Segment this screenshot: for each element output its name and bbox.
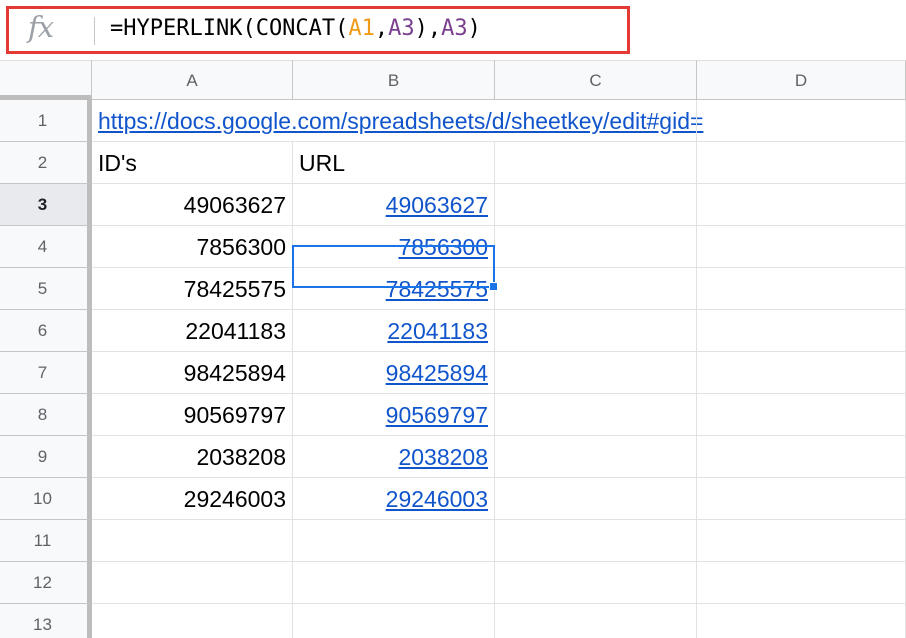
cell-d1[interactable] (697, 100, 906, 142)
table-row: 2 ID's URL (0, 142, 906, 184)
cell-d11[interactable] (697, 520, 906, 562)
cell-d12[interactable] (697, 562, 906, 604)
cell-d6[interactable] (697, 310, 906, 352)
cell-c7[interactable] (495, 352, 697, 394)
cell-a8[interactable]: 90569797 (92, 394, 293, 436)
formula-comma: , (374, 16, 389, 41)
cell-d3[interactable] (697, 184, 906, 226)
row-header[interactable]: 11 (0, 520, 92, 562)
row-header[interactable]: 4 (0, 226, 92, 268)
cell-b7[interactable]: 98425894 (293, 352, 495, 394)
cell-a7[interactable]: 98425894 (92, 352, 293, 394)
cell-b6[interactable]: 22041183 (293, 310, 495, 352)
cell-c5[interactable] (495, 268, 697, 310)
cell-a9[interactable]: 2038208 (92, 436, 293, 478)
cell-a1[interactable]: https://docs.google.com/spreadsheets/d/s… (92, 100, 703, 142)
cell-a2[interactable]: ID's (92, 142, 293, 184)
table-row: 1 https://docs.google.com/spreadsheets/d/… (0, 100, 906, 142)
formula-mid: ), (414, 16, 442, 41)
cell-b5[interactable]: 78425575 (293, 268, 495, 310)
select-all-corner[interactable] (0, 60, 92, 100)
cell-c13[interactable] (495, 604, 697, 638)
cell-c9[interactable] (495, 436, 697, 478)
row-header[interactable]: 7 (0, 352, 92, 394)
cell-b4[interactable]: 7856300 (293, 226, 495, 268)
column-header-b[interactable]: B (293, 60, 495, 100)
cell-c12[interactable] (495, 562, 697, 604)
cell-a11[interactable] (92, 520, 293, 562)
table-row: 10 29246003 29246003 (0, 478, 906, 520)
cell-b10[interactable]: 29246003 (293, 478, 495, 520)
row-header[interactable]: 6 (0, 310, 92, 352)
row-header[interactable]: 3 (0, 184, 92, 226)
table-row: 9 2038208 2038208 (0, 436, 906, 478)
cell-d9[interactable] (697, 436, 906, 478)
formula-input[interactable]: =HYPERLINK(CONCAT(A1,A3),A3) (110, 14, 481, 44)
cell-b12[interactable] (293, 562, 495, 604)
table-row: 4 7856300 7856300 (0, 226, 906, 268)
cell-b1[interactable] (293, 100, 495, 142)
row-header[interactable]: 9 (0, 436, 92, 478)
column-header-c[interactable]: C (495, 60, 697, 100)
fill-handle[interactable] (489, 282, 498, 291)
cell-a13[interactable] (92, 604, 293, 638)
cell-c6[interactable] (495, 310, 697, 352)
formula-prefix: =HYPERLINK(CONCAT( (110, 16, 349, 41)
cell-b13[interactable] (293, 604, 495, 638)
cell-c10[interactable] (495, 478, 697, 520)
cell-c3[interactable] (495, 184, 697, 226)
table-row: 5 78425575 78425575 (0, 268, 906, 310)
table-row: 7 98425894 98425894 (0, 352, 906, 394)
column-header-row: A B C D (0, 60, 906, 100)
cell-d4[interactable] (697, 226, 906, 268)
table-row: 11 (0, 520, 906, 562)
formula-suffix: ) (467, 16, 481, 41)
cell-b9[interactable]: 2038208 (293, 436, 495, 478)
cell-c1[interactable] (495, 100, 697, 142)
formula-ref-a3-second: A3 (441, 16, 468, 41)
cell-a12[interactable] (92, 562, 293, 604)
formula-divider (94, 17, 95, 45)
fx-icon: fx (28, 10, 54, 44)
table-row: 3 49063627 49063627 (0, 184, 906, 226)
cell-d5[interactable] (697, 268, 906, 310)
table-row: 6 22041183 22041183 (0, 310, 906, 352)
row-header[interactable]: 1 (0, 100, 92, 142)
formula-bar: fx =HYPERLINK(CONCAT(A1,A3),A3) (0, 0, 906, 60)
cell-a10[interactable]: 29246003 (92, 478, 293, 520)
column-header-a[interactable]: A (92, 60, 293, 100)
cell-d2[interactable] (697, 142, 906, 184)
cell-a4[interactable]: 7856300 (92, 226, 293, 268)
cell-d10[interactable] (697, 478, 906, 520)
cell-a6[interactable]: 22041183 (92, 310, 293, 352)
row-header[interactable]: 5 (0, 268, 92, 310)
cell-d7[interactable] (697, 352, 906, 394)
cell-b2[interactable]: URL (293, 142, 495, 184)
cell-d13[interactable] (697, 604, 906, 638)
cell-c2[interactable] (495, 142, 697, 184)
cell-b8[interactable]: 90569797 (293, 394, 495, 436)
cell-d8[interactable] (697, 394, 906, 436)
cell-c11[interactable] (495, 520, 697, 562)
cell-b11[interactable] (293, 520, 495, 562)
cell-a3[interactable]: 49063627 (92, 184, 293, 226)
row-header[interactable]: 13 (0, 604, 92, 638)
cell-c4[interactable] (495, 226, 697, 268)
cell-a5[interactable]: 78425575 (92, 268, 293, 310)
formula-ref-a1: A1 (348, 16, 375, 41)
table-row: 12 (0, 562, 906, 604)
cell-b3[interactable]: 49063627 (293, 184, 495, 226)
row-header[interactable]: 10 (0, 478, 92, 520)
row-header[interactable]: 8 (0, 394, 92, 436)
row-header[interactable]: 12 (0, 562, 92, 604)
table-row: 8 90569797 90569797 (0, 394, 906, 436)
spreadsheet-grid: A B C D 1 https://docs.google.com/spreads… (0, 60, 906, 638)
column-header-d[interactable]: D (697, 60, 906, 100)
row-header[interactable]: 2 (0, 142, 92, 184)
formula-ref-a3: A3 (388, 16, 415, 41)
table-row: 13 (0, 604, 906, 638)
cell-c8[interactable] (495, 394, 697, 436)
